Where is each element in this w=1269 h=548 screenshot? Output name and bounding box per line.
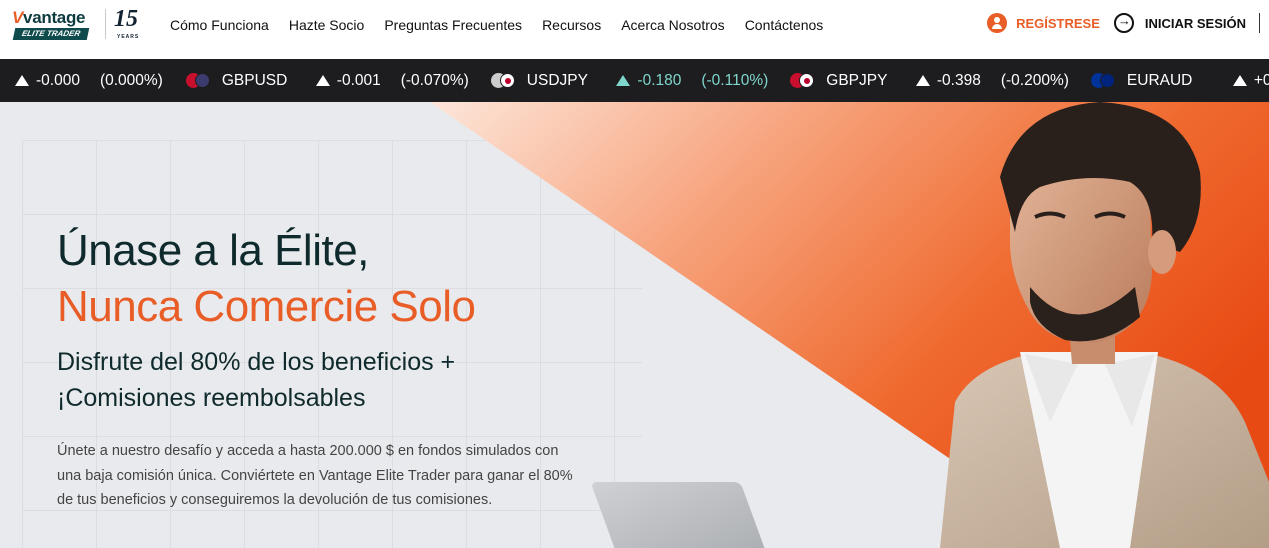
login-label: INICIAR SESIÓN — [1144, 15, 1246, 31]
nav-acerca-nosotros[interactable]: Acerca Nosotros — [621, 16, 724, 34]
nav-como-funciona[interactable]: Cómo Funciona — [170, 16, 269, 34]
hero-banner: Únase a la Élite, Nunca Comercie Solo Di… — [0, 102, 1269, 548]
years-badge-label: YEARS — [117, 34, 140, 40]
hero-description-line: una baja comisión única. Conviértete en … — [57, 467, 573, 484]
price-ticker: -0.000 (0.000%) GBPUSD -0.001 (-0.070%) … — [0, 59, 1269, 102]
ticker-percent: (-0.110%) — [701, 71, 769, 89]
ticker-item[interactable]: -0.000 (0.000%) GBPUSD — [15, 59, 287, 102]
hero-description-line: Únete a nuestro desafío y acceda a hasta… — [57, 443, 559, 459]
hero-title-line2: Nunca Comercie Solo — [57, 282, 476, 331]
us-jp-flag-icon — [490, 72, 515, 89]
ticker-change: -0.398 — [936, 71, 981, 89]
arrow-up-icon — [315, 75, 330, 86]
user-icon — [987, 13, 1008, 33]
gb-us-flag-icon — [185, 72, 210, 89]
businessman-photo — [940, 102, 1269, 548]
logo-wordmark: Vvantage — [12, 8, 86, 27]
ticker-percent: (-0.200%) — [1000, 71, 1069, 89]
hero-description-line: de tus beneficios y conseguiremos la dev… — [57, 492, 493, 508]
ticker-percent: (0.000%) — [99, 71, 163, 89]
ticker-item[interactable]: -0.180 (-0.110%) GBPJPY — [616, 59, 887, 102]
nav-hazte-socio[interactable]: Hazte Socio — [289, 16, 364, 34]
auth-actions: REGÍSTRESE INICIAR SESIÓN — [987, 11, 1269, 35]
hero-subtitle-line1: Disfrute del 80% de los beneficios + — [57, 348, 456, 376]
logo-divider — [105, 9, 106, 39]
arrow-up-icon — [15, 75, 29, 86]
header-divider — [1259, 13, 1260, 33]
main-nav: Cómo Funciona Hazte Socio Preguntas Frec… — [170, 16, 843, 34]
ticker-change: -0.001 — [336, 71, 381, 89]
eu-au-flag-icon — [1090, 72, 1115, 89]
years-badge-number: 15 — [114, 6, 138, 32]
arrow-up-icon — [915, 75, 930, 86]
ticker-symbol: USDJPY — [526, 71, 588, 89]
arrow-up-icon — [1232, 75, 1247, 86]
gb-jp-flag-icon — [790, 72, 815, 89]
nav-contactenos[interactable]: Contáctenos — [745, 16, 824, 34]
login-icon — [1113, 13, 1134, 33]
hero-subtitle-line2: ¡Comisiones reembolsables — [57, 384, 366, 412]
ticker-change: -0.180 — [637, 71, 682, 89]
ticker-change: -0.000 — [36, 71, 80, 89]
ticker-item[interactable]: -0.001 (-0.070%) USDJPY — [315, 59, 588, 102]
ticker-item[interactable]: +0.00 — [1232, 59, 1269, 102]
ticker-symbol: EURAUD — [1126, 71, 1193, 89]
hero-description: Únete a nuestro desafío y acceda a hasta… — [57, 439, 657, 513]
logo-ribbon: ELITE TRADER — [12, 28, 90, 40]
ticker-percent: (-0.070%) — [400, 71, 469, 89]
nav-recursos[interactable]: Recursos — [542, 16, 601, 34]
nav-preguntas-frecuentes[interactable]: Preguntas Frecuentes — [384, 16, 522, 34]
ticker-item[interactable]: -0.398 (-0.200%) EURAUD — [915, 59, 1193, 102]
vantage-logo[interactable]: Vvantage ELITE TRADER 15 YEARS — [12, 6, 142, 42]
register-button[interactable]: REGÍSTRESE — [987, 13, 1100, 33]
arrow-up-icon — [616, 75, 631, 86]
ticker-symbol: GBPUSD — [221, 71, 288, 89]
ticker-symbol: GBPJPY — [826, 71, 888, 89]
register-label: REGÍSTRESE — [1016, 15, 1100, 31]
site-header: Vvantage ELITE TRADER 15 YEARS Cómo Func… — [0, 0, 1269, 59]
hero-title-line1: Únase a la Élite, — [57, 226, 369, 275]
ticker-change: +0.00 — [1253, 71, 1269, 89]
login-button[interactable]: INICIAR SESIÓN — [1113, 13, 1269, 33]
